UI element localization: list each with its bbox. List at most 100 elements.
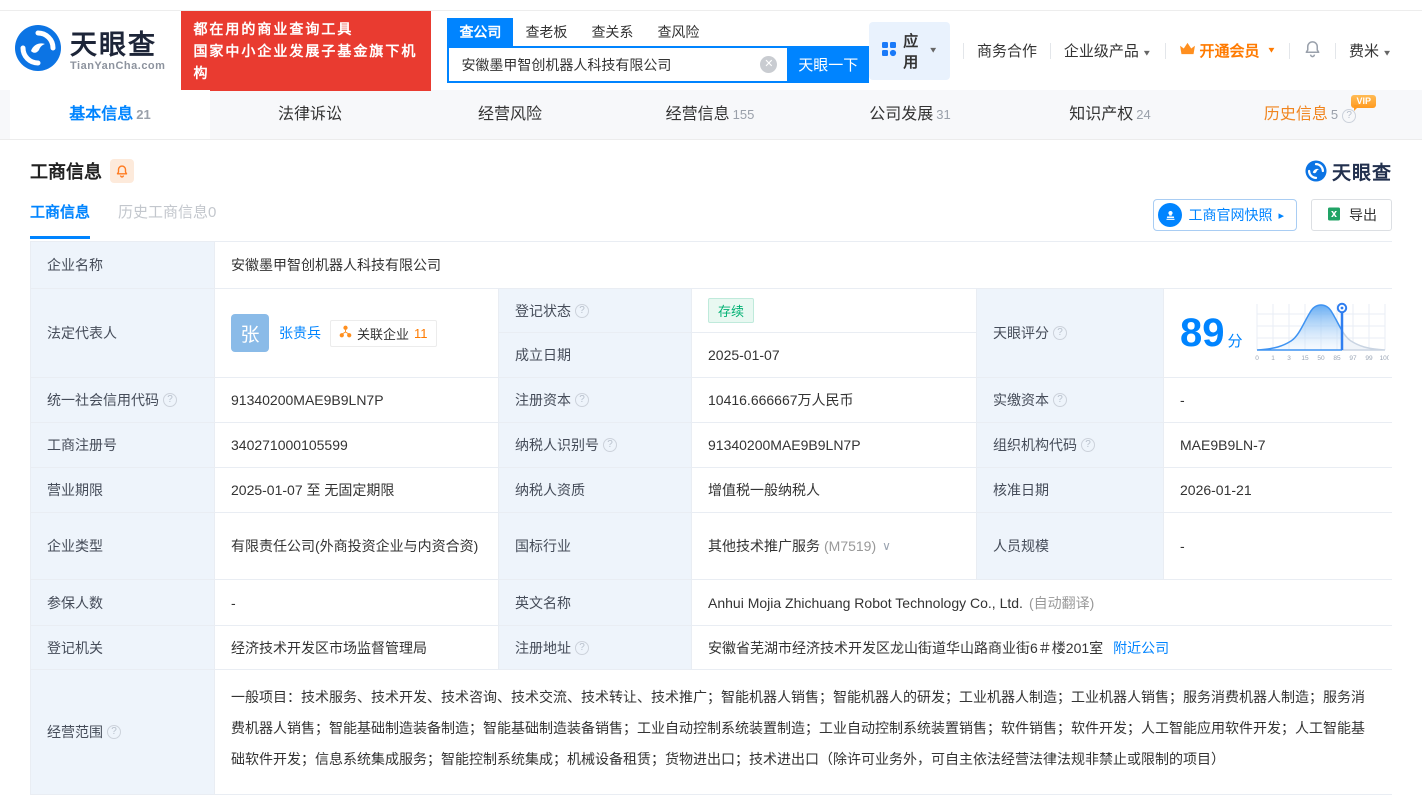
insured-count-value: - xyxy=(215,580,498,625)
vip-badge: VIP xyxy=(1351,95,1376,108)
business-info-table: 企业名称 安徽墨甲智创机器人科技有限公司 法定代表人 张 张贵兵 关联企业 11… xyxy=(30,241,1392,795)
avatar[interactable]: 张 xyxy=(231,314,269,352)
tab-intellectual-property[interactable]: 知识产权24 xyxy=(1010,90,1210,139)
divider xyxy=(1335,43,1336,59)
divider xyxy=(1289,43,1290,59)
field-label: 注册地址? xyxy=(499,626,691,669)
business-scope-value: 一般项目：技术服务、技术开发、技术咨询、技术交流、技术转让、技术推广；智能机器人… xyxy=(215,670,1395,794)
chevron-down-icon[interactable]: ∨ xyxy=(882,539,891,553)
search-tabs: 查公司 查老板 查关系 查风险 xyxy=(447,18,869,46)
est-date-value: 2025-01-07 xyxy=(692,333,976,377)
promo-banner: 都在用的商业查询工具 国家中小企业发展子基金旗下机构 xyxy=(181,11,431,91)
tab-operating-info[interactable]: 经营信息155 xyxy=(610,90,810,139)
menu-open-vip[interactable]: 开通会员 ▼ xyxy=(1179,40,1277,61)
notification-bell-icon[interactable] xyxy=(1303,39,1322,62)
user-menu[interactable]: 费米▼ xyxy=(1349,40,1392,61)
business-term-value: 2025-01-07 至 无固定期限 xyxy=(215,468,498,512)
tab-basic-info[interactable]: 基本信息21 xyxy=(10,90,210,139)
field-label: 登记机关 xyxy=(31,626,214,669)
arrow-right-icon: ▸ xyxy=(1278,209,1284,222)
legal-rep-link[interactable]: 张贵兵 xyxy=(279,323,321,343)
promo-line2: 国家中小企业发展子基金旗下机构 xyxy=(193,40,419,84)
svg-text:0: 0 xyxy=(1255,355,1259,362)
company-type-value: 有限责任公司(外商投资企业与内资合资) xyxy=(215,513,498,579)
svg-text:97: 97 xyxy=(1349,355,1357,362)
tianyancha-logo-icon xyxy=(1305,160,1327,182)
subtab-business-info[interactable]: 工商信息 xyxy=(30,191,90,239)
apps-label: 应用 xyxy=(903,30,919,72)
field-label: 统一社会信用代码? xyxy=(31,378,214,422)
field-label: 国标行业 xyxy=(499,513,691,579)
section-title: 工商信息 xyxy=(30,158,102,184)
help-icon[interactable]: ? xyxy=(163,393,177,407)
help-icon[interactable]: ? xyxy=(1081,438,1095,452)
search-input[interactable] xyxy=(447,46,787,83)
tab-legal-proceedings[interactable]: 法律诉讼 xyxy=(210,90,410,139)
field-label: 人员规模 xyxy=(977,513,1163,579)
field-label: 注册资本? xyxy=(499,378,691,422)
svg-text:85: 85 xyxy=(1333,355,1341,362)
apps-menu[interactable]: 应用 ▼ xyxy=(869,22,950,80)
svg-text:3: 3 xyxy=(1287,355,1291,362)
tab-company-development[interactable]: 公司发展31 xyxy=(810,90,1010,139)
field-label: 纳税人识别号? xyxy=(499,423,691,467)
field-label: 企业名称 xyxy=(31,242,214,288)
chevron-down-icon: ▼ xyxy=(1267,46,1277,55)
field-label: 英文名称 xyxy=(499,580,691,625)
score-cell[interactable]: 89 分 xyxy=(1164,289,1395,377)
reg-status-cell: 存续 xyxy=(692,289,976,332)
search-tab-company[interactable]: 查公司 xyxy=(447,18,513,46)
main-content: 工商信息 天眼查 工商信息 历史工商信息0 xyxy=(0,155,1422,795)
crown-icon xyxy=(1179,42,1196,59)
svg-text:15: 15 xyxy=(1301,355,1309,362)
stamp-icon xyxy=(1158,203,1182,227)
help-icon[interactable]: ? xyxy=(1342,109,1356,123)
monitor-bell-icon[interactable] xyxy=(110,159,134,183)
header-menu: 应用 ▼ 商务合作 企业级产品▼ 开通会员 ▼ 费米▼ xyxy=(869,22,1392,80)
help-icon[interactable]: ? xyxy=(107,725,121,739)
help-icon[interactable]: ? xyxy=(603,438,617,452)
subtab-history-business-info[interactable]: 历史工商信息0 xyxy=(118,191,216,239)
divider xyxy=(1050,43,1051,59)
field-label: 经营范围? xyxy=(31,670,214,794)
help-icon[interactable]: ? xyxy=(575,304,589,318)
staff-size-value: - xyxy=(1164,513,1395,579)
chevron-down-icon: ▼ xyxy=(1142,49,1152,58)
site-header: 天眼查 TianYanCha.com 都在用的商业查询工具 国家中小企业发展子基… xyxy=(0,11,1422,90)
reg-authority-value: 经济技术开发区市场监督管理局 xyxy=(215,626,498,669)
field-label: 成立日期 xyxy=(499,333,691,377)
help-icon[interactable]: ? xyxy=(1053,393,1067,407)
credit-code-value: 91340200MAE9B9LN7P xyxy=(215,378,498,422)
tianyancha-logo[interactable]: 天眼查 TianYanCha.com xyxy=(14,24,165,77)
associated-companies-badge[interactable]: 关联企业 11 xyxy=(330,320,437,347)
nearby-companies-link[interactable]: 附近公司 xyxy=(1113,638,1169,658)
search-button[interactable]: 天眼一下 xyxy=(787,46,869,83)
export-button[interactable]: 导出 xyxy=(1311,199,1392,231)
score-value: 89 xyxy=(1180,313,1225,353)
svg-text:1: 1 xyxy=(1271,355,1275,362)
svg-text:50: 50 xyxy=(1317,355,1325,362)
excel-icon xyxy=(1326,206,1342,225)
tab-history-info[interactable]: VIP 历史信息5? xyxy=(1210,90,1410,139)
reg-capital-value: 10416.666667万人民币 xyxy=(692,378,976,422)
tab-operating-risk[interactable]: 经营风险 xyxy=(410,90,610,139)
menu-enterprise-products[interactable]: 企业级产品▼ xyxy=(1064,40,1152,61)
watermark-logo: 天眼查 xyxy=(1305,158,1392,185)
help-icon[interactable]: ? xyxy=(575,641,589,655)
divider xyxy=(963,43,964,59)
tianyancha-logo-icon xyxy=(14,24,62,77)
help-icon[interactable]: ? xyxy=(575,393,589,407)
menu-business-cooperation[interactable]: 商务合作 xyxy=(977,40,1037,61)
official-snapshot-button[interactable]: 工商官网快照 ▸ xyxy=(1153,199,1297,231)
help-icon[interactable]: ? xyxy=(1053,326,1067,340)
apps-grid-icon xyxy=(881,41,897,61)
search-tab-relation[interactable]: 查关系 xyxy=(579,18,645,46)
org-network-icon xyxy=(339,325,352,341)
field-label: 营业期限 xyxy=(31,468,214,512)
reg-number-value: 340271000105599 xyxy=(215,423,498,467)
search-tab-boss[interactable]: 查老板 xyxy=(513,18,579,46)
score-distribution-chart: 0 1 3 15 50 85 97 99 100 xyxy=(1253,300,1389,367)
field-label: 法定代表人 xyxy=(31,289,214,377)
search-tab-risk[interactable]: 查风险 xyxy=(645,18,711,46)
field-label: 实缴资本? xyxy=(977,378,1163,422)
